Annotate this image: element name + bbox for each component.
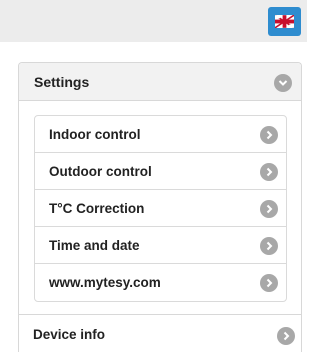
device-info-label: Device info [33,327,106,342]
settings-panel: Settings Indoor control Outdoor control … [18,62,302,352]
list-item-label: Indoor control [49,127,141,142]
chevron-right-icon [260,237,278,255]
list-item-website[interactable]: www.mytesy.com [35,264,286,301]
list-item-label: T°C Correction [49,201,145,216]
language-button[interactable] [268,7,301,36]
chevron-right-icon [260,126,278,144]
list-item-label: Time and date [49,238,140,253]
list-item-label: www.mytesy.com [49,275,161,290]
list-item-indoor-control[interactable]: Indoor control [35,116,286,153]
settings-title: Settings [34,74,90,90]
chevron-right-icon [277,327,295,345]
settings-list: Indoor control Outdoor control T°C Corre… [34,115,287,302]
settings-header[interactable]: Settings [19,63,301,101]
chevron-down-icon[interactable] [274,74,292,92]
list-item-time-and-date[interactable]: Time and date [35,227,286,264]
top-bar [0,0,307,42]
list-item-outdoor-control[interactable]: Outdoor control [35,153,286,190]
chevron-right-icon [260,200,278,218]
uk-flag-icon [275,15,294,28]
chevron-right-icon [260,163,278,181]
list-item-temperature-correction[interactable]: T°C Correction [35,190,286,227]
chevron-right-icon [260,274,278,292]
list-item-label: Outdoor control [49,164,152,179]
device-info-row[interactable]: Device info [19,314,301,352]
